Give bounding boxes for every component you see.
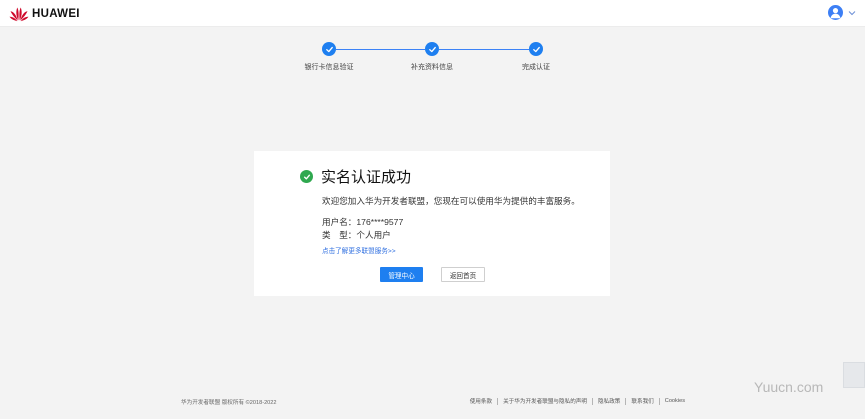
footer-divider: [658, 397, 660, 405]
username-row: 用户名：176****9577: [322, 216, 403, 228]
step-2-label: 补充资料信息: [411, 64, 453, 71]
step-3-label: 完成认证: [522, 64, 550, 71]
footer-link-privacy-policy[interactable]: 隐私政策: [598, 397, 620, 405]
watermark-text: Yuucn.com: [754, 379, 824, 395]
footer-divider: [592, 397, 593, 405]
footer-copyright: 华为开发者联盟 版权所有 ©2018-2022: [181, 400, 277, 406]
step-connector: [439, 49, 529, 50]
footer-divider: [625, 397, 627, 405]
footer-link-privacy-statement[interactable]: 关于华为开发者联盟与隐私的声明: [503, 397, 587, 405]
footer-link-contact[interactable]: 联系我们: [631, 397, 653, 405]
user-avatar-icon[interactable]: [828, 5, 843, 20]
footer-divider: [497, 397, 499, 405]
chevron-down-icon[interactable]: [848, 10, 856, 16]
success-card: 实名认证成功 欢迎您加入华为开发者联盟，您现在可以使用华为提供的丰富服务。 用户…: [254, 151, 610, 296]
more-services-link[interactable]: 点击了解更多联盟服务>>: [322, 245, 396, 255]
username-value: 176****9577: [356, 217, 404, 227]
user-menu[interactable]: [828, 5, 856, 20]
huawei-petal-icon: [9, 7, 29, 22]
footer-links: 使用条款 关于华为开发者联盟与隐私的声明 隐私政策 联系我们 Cookies: [470, 397, 685, 405]
footer-link-terms[interactable]: 使用条款: [470, 397, 492, 405]
top-bar: HUAWEI: [0, 0, 865, 27]
welcome-message: 欢迎您加入华为开发者联盟，您现在可以使用华为提供的丰富服务。: [322, 196, 580, 206]
brand-name: HUAWEI: [32, 8, 80, 20]
step-1-label: 银行卡信息验证: [304, 64, 354, 71]
success-check-icon: [300, 170, 313, 183]
account-type-label: 类 型：: [322, 230, 357, 240]
side-float-tab[interactable]: [843, 362, 865, 388]
username-label: 用户名：: [322, 217, 357, 227]
step-2-check-icon: [425, 42, 439, 56]
success-title: 实名认证成功: [321, 169, 412, 186]
huawei-logo[interactable]: HUAWEI: [9, 6, 80, 22]
account-type-value: 个人用户: [356, 230, 391, 240]
footer-link-cookies[interactable]: Cookies: [665, 398, 685, 404]
account-type-row: 类 型：个人用户: [322, 229, 391, 241]
step-connector: [336, 49, 425, 50]
back-home-button[interactable]: 返回首页: [441, 267, 485, 282]
step-3-check-icon: [529, 42, 543, 56]
management-center-button[interactable]: 管理中心: [380, 267, 423, 282]
step-1-check-icon: [322, 42, 336, 56]
